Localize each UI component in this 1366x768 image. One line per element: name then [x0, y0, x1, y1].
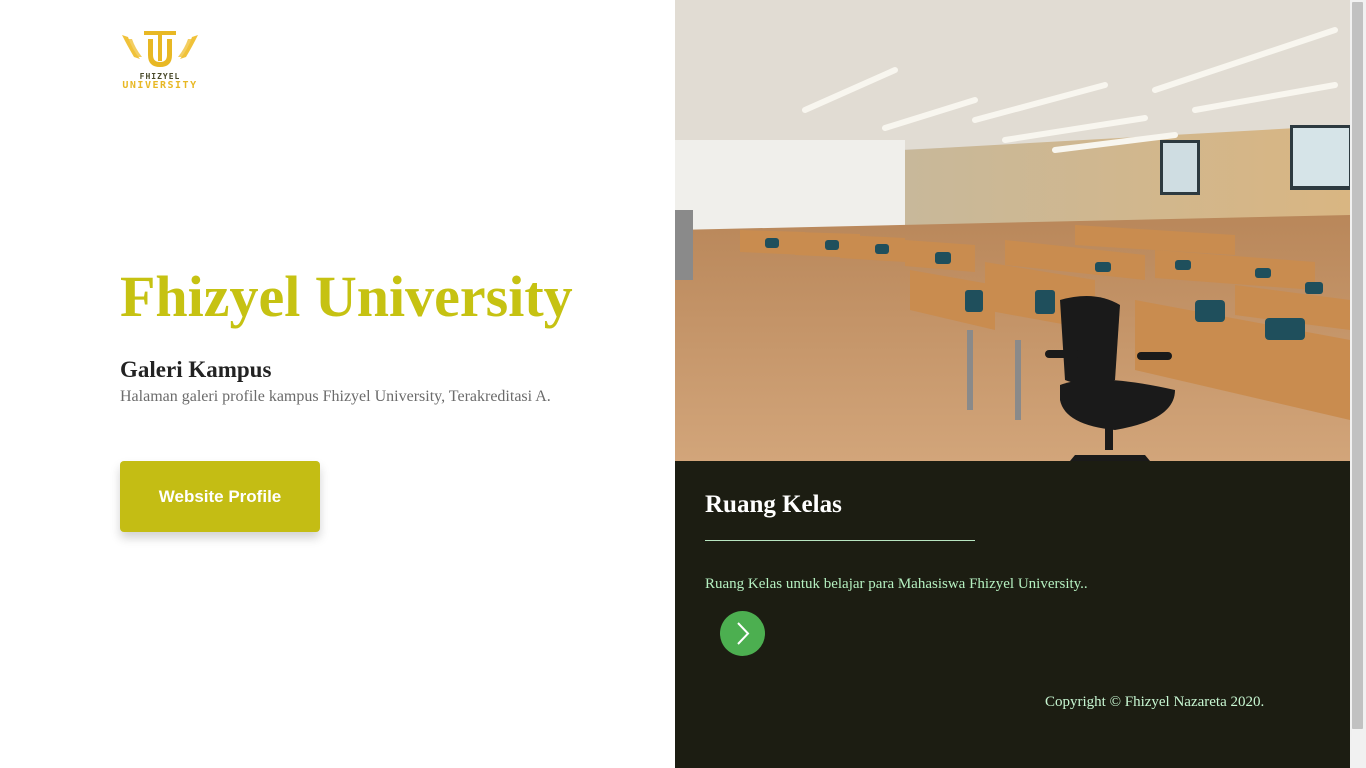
card-description: Ruang Kelas untuk belajar para Mahasiswa… — [705, 576, 1088, 592]
page-description: Halaman galeri profile kampus Fhizyel Un… — [120, 388, 551, 405]
card-title: Ruang Kelas — [705, 491, 842, 518]
gallery-card: Ruang Kelas Ruang Kelas untuk belajar pa… — [675, 0, 1350, 768]
vertical-scrollbar[interactable] — [1350, 0, 1366, 768]
left-panel: FHIZYEL UNIVERSITY Fhizyel University Ga… — [0, 0, 675, 768]
logo-text-bottom: UNIVERSITY — [122, 80, 198, 91]
scrollbar-thumb[interactable] — [1352, 2, 1363, 729]
website-profile-button[interactable]: Website Profile — [120, 461, 320, 532]
chevron-right-icon — [737, 622, 750, 645]
university-logo: FHIZYEL UNIVERSITY — [118, 27, 202, 93]
classroom-photo — [675, 0, 1350, 461]
winged-monogram-icon — [122, 31, 198, 67]
copyright-text: Copyright © Fhizyel Nazareta 2020. — [1045, 694, 1265, 710]
card-divider — [705, 540, 975, 541]
next-button[interactable] — [720, 611, 765, 656]
page-subtitle: Galeri Kampus — [120, 357, 272, 382]
page-title: Fhizyel University — [120, 264, 573, 329]
